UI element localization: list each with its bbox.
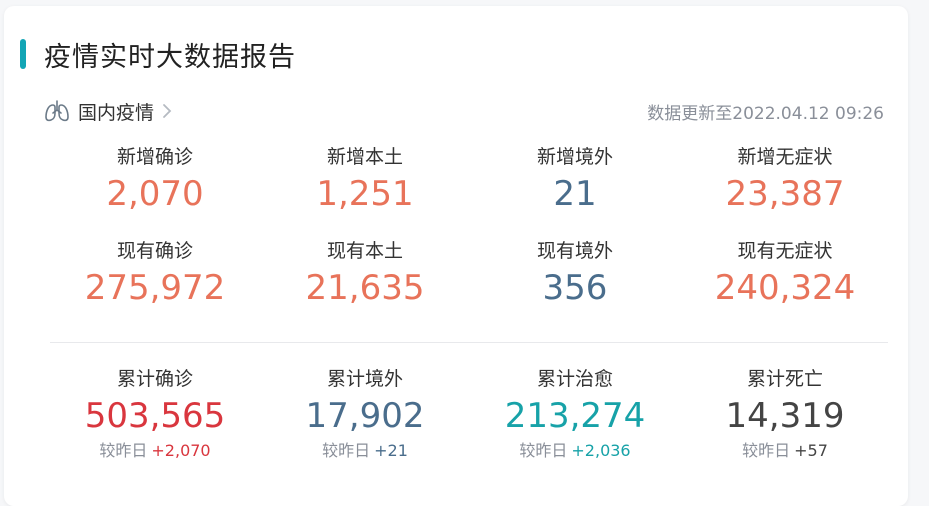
compare-delta: +21 — [374, 441, 408, 460]
stat-value: 213,274 — [504, 396, 646, 436]
stat-label: 现有无症状 — [737, 240, 833, 262]
stat-value: 21 — [553, 174, 597, 214]
title-row: 疫情实时大数据报告 — [20, 36, 296, 73]
compare-delta: +57 — [794, 441, 828, 460]
stat-compare: 较昨日 +2,070 — [50, 440, 260, 462]
stats-row-current: 现有确诊 275,972 现有本土 21,635 现有境外 356 现有无症状 … — [50, 238, 890, 312]
stat-label: 累计治愈 — [536, 368, 613, 390]
stat-compare: 较昨日 +2,036 — [470, 440, 680, 462]
compare-delta: +2,036 — [571, 441, 631, 460]
compare-label: 较昨日 — [742, 441, 791, 460]
lungs-icon — [45, 100, 69, 122]
stat-value: 1,251 — [316, 174, 414, 214]
stat-label: 现有本土 — [326, 240, 403, 262]
stat-current-confirmed: 现有确诊 275,972 — [50, 238, 260, 312]
stat-value: 14,319 — [725, 396, 845, 436]
stat-value: 21,635 — [305, 268, 425, 308]
stat-label: 现有境外 — [536, 240, 613, 262]
stat-total-cured: 累计治愈 213,274 较昨日 +2,036 — [470, 366, 680, 462]
compare-label: 较昨日 — [519, 441, 568, 460]
chevron-right-icon[interactable] — [162, 103, 172, 119]
stat-value: 356 — [542, 268, 608, 308]
stat-label: 累计境外 — [326, 368, 403, 390]
stat-compare: 较昨日 +57 — [680, 440, 890, 462]
stat-label: 新增确诊 — [116, 146, 193, 168]
stat-label: 累计死亡 — [746, 368, 823, 390]
stat-new-local: 新增本土 1,251 — [260, 144, 470, 218]
stat-value: 17,902 — [305, 396, 425, 436]
stat-total-deaths: 累计死亡 14,319 较昨日 +57 — [680, 366, 890, 462]
stat-total-confirmed: 累计确诊 503,565 较昨日 +2,070 — [50, 366, 260, 462]
stat-label: 新增无症状 — [737, 146, 833, 168]
stat-value: 275,972 — [84, 268, 226, 308]
compare-delta: +2,070 — [151, 441, 211, 460]
stat-new-confirmed: 新增确诊 2,070 — [50, 144, 260, 218]
stat-current-imported: 现有境外 356 — [470, 238, 680, 312]
stat-new-asymptomatic: 新增无症状 23,387 — [680, 144, 890, 218]
stat-label: 累计确诊 — [116, 368, 193, 390]
stat-compare: 较昨日 +21 — [260, 440, 470, 462]
divider — [50, 342, 888, 343]
stat-current-local: 现有本土 21,635 — [260, 238, 470, 312]
stat-label: 新增本土 — [326, 146, 403, 168]
stats-row-new: 新增确诊 2,070 新增本土 1,251 新增境外 21 新增无症状 23,3… — [50, 144, 890, 218]
stat-value: 240,324 — [714, 268, 856, 308]
compare-label: 较昨日 — [99, 441, 148, 460]
page-title: 疫情实时大数据报告 — [44, 41, 296, 73]
compare-label: 较昨日 — [322, 441, 371, 460]
update-timestamp: 数据更新至2022.04.12 09:26 — [647, 103, 884, 124]
stat-label: 现有确诊 — [116, 240, 193, 262]
stat-total-imported: 累计境外 17,902 较昨日 +21 — [260, 366, 470, 462]
stat-current-asymptomatic: 现有无症状 240,324 — [680, 238, 890, 312]
section-link-domestic[interactable]: 国内疫情 — [78, 98, 154, 125]
stat-new-imported: 新增境外 21 — [470, 144, 680, 218]
report-card: 疫情实时大数据报告 国内疫情 数据更新至2022.04.12 09:26 新增确… — [4, 6, 908, 506]
section-header: 国内疫情 数据更新至2022.04.12 09:26 — [44, 96, 884, 126]
stat-label: 新增境外 — [536, 146, 613, 168]
stat-value: 23,387 — [725, 174, 845, 214]
stat-value: 503,565 — [84, 396, 226, 436]
stats-row-cumulative: 累计确诊 503,565 较昨日 +2,070 累计境外 17,902 较昨日 +2… — [50, 366, 890, 462]
stat-value: 2,070 — [106, 174, 204, 214]
title-accent-bar — [20, 39, 26, 69]
